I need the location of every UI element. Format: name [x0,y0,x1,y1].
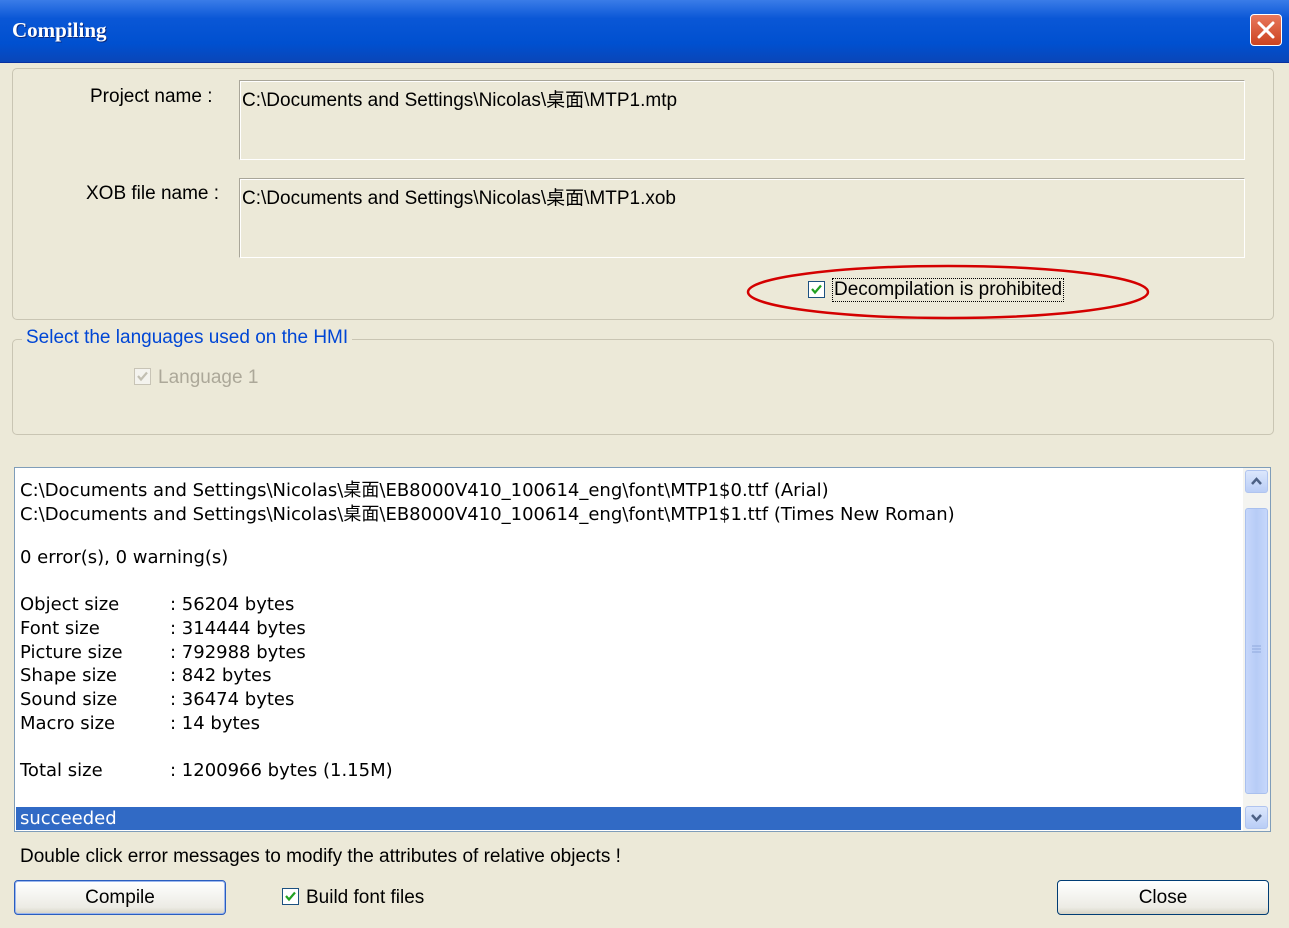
build-font-checkbox[interactable] [282,888,299,905]
log-label: Shape size [20,665,117,686]
grip-icon [1252,645,1261,653]
log-row-macro-size: Macro size : 14 bytes [20,713,260,734]
build-font-label: Build font files [306,887,425,908]
log-line-font-1: C:\Documents and Settings\Nicolas\桌面\EB8… [20,504,955,525]
log-row-font-size: Font size : 314444 bytes [20,618,306,639]
hint-text: Double click error messages to modify th… [20,846,621,867]
log-value: : 842 bytes [170,665,272,686]
build-font-checkbox-row[interactable]: Build font files [282,886,452,910]
decompilation-checkbox[interactable] [808,281,825,298]
log-value: : 792988 bytes [170,642,306,663]
scroll-thumb[interactable] [1245,508,1268,794]
log-value: : 1200966 bytes (1.15M) [170,760,393,781]
decompilation-checkbox-row[interactable]: Decompilation is prohibited [808,278,1088,303]
scroll-down-button[interactable] [1245,806,1268,829]
chevron-up-icon [1251,477,1262,485]
log-value: : 14 bytes [170,713,260,734]
language-1-checkbox-row[interactable]: Language 1 [134,366,294,390]
log-label: Macro size [20,713,116,734]
close-button[interactable]: Close [1057,880,1269,915]
log-scrollbar[interactable] [1243,468,1270,831]
xob-file-name-field[interactable]: C:\Documents and Settings\Nicolas\桌面\MTP… [239,178,1245,258]
log-row-object-size: Object size : 56204 bytes [20,594,294,615]
decompilation-label: Decompilation is prohibited [832,278,1065,302]
chevron-down-icon [1251,814,1262,822]
checkmark-icon [811,284,822,295]
log-row-shape-size: Shape size : 842 bytes [20,665,271,686]
compile-log-list[interactable]: C:\Documents and Settings\Nicolas\桌面\EB8… [14,467,1271,832]
close-window-button[interactable] [1250,14,1282,46]
project-name-label: Project name : [90,86,213,107]
language-1-checkbox[interactable] [134,368,151,385]
xob-file-name-label: XOB file name : [86,183,220,204]
log-row-status-selected[interactable]: succeeded [16,807,1241,830]
language-1-label: Language 1 [158,367,259,388]
log-row-picture-size: Picture size : 792988 bytes [20,642,306,663]
log-row-total-size: Total size : 1200966 bytes (1.15M) [20,760,393,781]
log-line-summary: 0 error(s), 0 warning(s) [20,547,229,568]
log-label: Font size [20,618,100,639]
log-label: Object size [20,594,120,615]
log-value: : 314444 bytes [170,618,306,639]
scroll-up-button[interactable] [1245,470,1268,493]
compile-button[interactable]: Compile [14,880,226,915]
window-title: Compiling [12,18,107,42]
languages-group-label: Select the languages used on the HMI [22,327,353,349]
log-row-sound-size: Sound size : 36474 bytes [20,689,294,710]
close-icon [1257,21,1275,39]
checkmark-icon [137,371,148,382]
log-value: : 36474 bytes [170,689,295,710]
log-label: Sound size [20,689,118,710]
title-bar[interactable]: Compiling [0,0,1289,63]
checkmark-icon [285,891,296,902]
log-value: : 56204 bytes [170,594,295,615]
log-label: Total size [20,760,103,781]
compiling-dialog: Compiling Project name : C:\Documents an… [0,0,1289,928]
project-name-field[interactable]: C:\Documents and Settings\Nicolas\桌面\MTP… [239,80,1245,160]
log-line-font-0: C:\Documents and Settings\Nicolas\桌面\EB8… [20,480,829,501]
log-status: succeeded [20,808,117,829]
log-label: Picture size [20,642,123,663]
